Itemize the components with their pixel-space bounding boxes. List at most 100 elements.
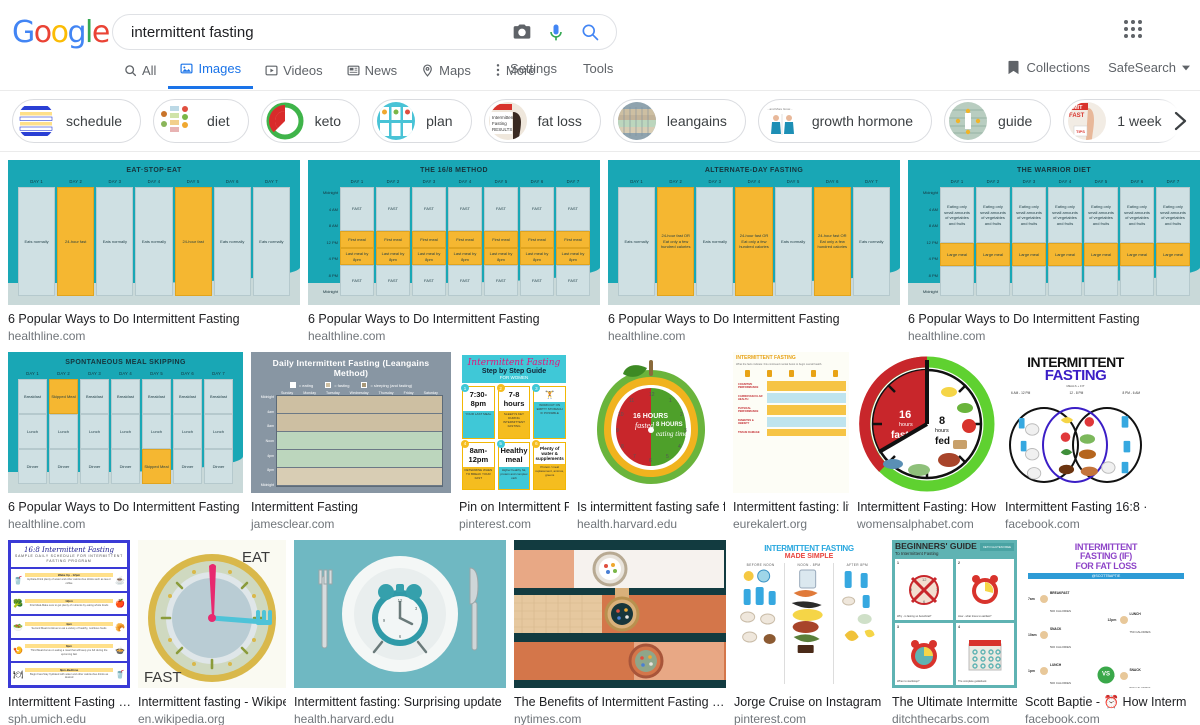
section-body — [766, 429, 846, 436]
result-thumbnail[interactable]: SPONTANEOUS MEAL SKIPPING DAY 1 Breakfas… — [8, 352, 243, 493]
search-box[interactable] — [112, 14, 617, 50]
result-card[interactable]: 16 HOURS fasted 8 HOURS eating time 12 1 2… — [577, 352, 725, 532]
result-card[interactable]: INTERMITTENT FASTING MADE SIMPLE BEFORE … — [734, 540, 884, 725]
camera-icon[interactable] — [512, 22, 532, 42]
result-thumbnail[interactable]: EAT FAST — [138, 540, 286, 688]
result-thumbnail[interactable]: INTERMITTENT FASTING (IF) FOR FAT LOSS @… — [1025, 540, 1187, 688]
result-thumbnail[interactable]: ALTERNATE-DAY FASTING DAY 1 Eats normally… — [608, 160, 900, 305]
result-title[interactable]: Intermittent fasting: Surprising update … — [294, 694, 506, 710]
tab-videos[interactable]: Videos — [253, 59, 335, 88]
legend-entry: = sleeping (and fasting) — [361, 382, 412, 388]
tab-images[interactable]: Images — [168, 57, 254, 89]
result-title[interactable]: Intermittent fasting - Wikipedia — [138, 694, 286, 710]
apps-dot — [1138, 34, 1142, 38]
result-card[interactable]: ALTERNATE-DAY FASTING DAY 1 Eats normally… — [608, 160, 900, 344]
result-card[interactable]: SPONTANEOUS MEAL SKIPPING DAY 1 Breakfas… — [8, 352, 243, 532]
cell: Large meal — [940, 243, 974, 266]
chip-leangains[interactable]: leangains — [612, 99, 746, 143]
result-card[interactable]: 12 3 6 9 Intermittent fasting: Surprising u… — [294, 540, 506, 725]
day-header: DAY 2 — [57, 371, 70, 376]
chip-guide[interactable]: guide — [944, 99, 1052, 143]
cell: Eating only small amounts of vegetables … — [940, 187, 974, 244]
result-card[interactable]: EAT·STOP·EAT DAY 1 Eats normally DAY 2 24-… — [8, 160, 300, 344]
result-thumbnail[interactable]: Daily Intermittent Fasting (Leangains Me… — [251, 352, 451, 493]
step-guide-infographic: Intermittent Fasting Step by Step Guide … — [459, 352, 569, 493]
search-submit-icon[interactable] — [580, 22, 600, 42]
result-thumbnail[interactable]: Intermittent Fasting Step by Step Guide … — [459, 352, 569, 493]
result-card[interactable]: THE 16/8 METHOD Midnight 4 AM 8 AM 12 PM… — [308, 160, 600, 344]
result-card[interactable]: INTERMITTENT FASTING What the facts indi… — [733, 352, 849, 532]
result-title[interactable]: Intermittent Fasting 16:8 · H… — [1005, 499, 1146, 515]
hour-tick: 4am — [267, 409, 274, 414]
chip-growth-hormone[interactable]: ...and More Grow... growth hormone — [757, 99, 933, 143]
result-title[interactable]: Is intermittent fasting safe for … — [577, 499, 725, 515]
chip-plan[interactable]: plan — [372, 99, 472, 143]
tab-maps[interactable]: Maps — [409, 59, 483, 88]
result-thumbnail[interactable]: EAT·STOP·EAT DAY 1 Eats normally DAY 2 24-… — [8, 160, 300, 305]
row-text: Third Meal-Focus on eating a meal that w… — [30, 648, 108, 656]
result-card[interactable]: THE WARRIOR DIET Midnight 4 AM 8 AM 12 P… — [908, 160, 1200, 344]
result-thumbnail[interactable] — [514, 540, 726, 688]
result-card[interactable]: EAT FAST Intermittent fasting - Wikipedi… — [138, 540, 286, 725]
result-card[interactable]: BEGINNERS' GUIDE To Intermittent Fasting… — [892, 540, 1017, 725]
chip-fat-loss[interactable]: Intermittent Fasting RESULTS fat loss — [483, 99, 601, 143]
grid-band — [277, 414, 442, 432]
result-title[interactable]: Intermittent Fasting — [251, 499, 451, 515]
result-card[interactable]: INTERMITTENT FASTING (IF) FOR FAT LOSS @… — [1025, 540, 1187, 725]
settings-button[interactable]: Settings — [510, 61, 557, 76]
cell: FAST — [484, 265, 518, 296]
section-label: COGNITIVE PERFORMANCE — [738, 383, 759, 389]
result-title[interactable]: 6 Popular Ways to Do Intermittent Fastin… — [908, 311, 1200, 327]
result-thumbnail[interactable]: THE WARRIOR DIET Midnight 4 AM 8 AM 12 P… — [908, 160, 1200, 305]
microphone-icon[interactable] — [546, 22, 566, 42]
ms-column: AFTER 8PM — [834, 563, 881, 684]
chips-next-button[interactable] — [1158, 91, 1200, 151]
result-card[interactable]: The Benefits of Intermittent Fasting … n… — [514, 540, 726, 725]
chip-schedule[interactable]: schedule — [12, 99, 142, 143]
result-title[interactable]: Scott Baptie - ⏰ How Interm… — [1025, 694, 1187, 710]
tools-button[interactable]: Tools — [583, 61, 613, 76]
item-cal: 500 CALORIES — [1050, 609, 1072, 614]
collections-button[interactable]: Collections — [1007, 60, 1090, 75]
result-title[interactable]: Intermittent Fasting: How In… — [857, 499, 997, 515]
result-title[interactable]: 6 Popular Ways to Do Intermittent Fastin… — [8, 499, 243, 515]
food-icon — [1119, 615, 1128, 624]
result-title[interactable]: Pin on Intermittent Fas… — [459, 499, 569, 515]
result-thumbnail[interactable]: 16 hours fasted 8 hours fed — [857, 352, 997, 493]
chip-diet[interactable]: diet — [153, 99, 249, 143]
tab-news[interactable]: News — [335, 59, 410, 88]
result-title[interactable]: Jorge Cruise on Instagram … — [734, 694, 884, 710]
result-thumbnail[interactable]: BEGINNERS' GUIDE To Intermittent Fasting… — [892, 540, 1017, 688]
result-title[interactable]: The Ultimate Intermitte… — [892, 694, 1017, 710]
cell: Eats normally — [852, 187, 890, 296]
chip-keto[interactable]: keto — [260, 99, 361, 143]
result-card[interactable]: Intermittent Fasting Step by Step Guide … — [459, 352, 569, 532]
result-title[interactable]: Intermittent fasting: liv… — [733, 499, 849, 515]
cell — [1120, 265, 1154, 296]
chip-label: growth hormone — [811, 113, 914, 129]
result-title[interactable]: 6 Popular Ways to Do Intermittent Fastin… — [308, 311, 600, 327]
result-thumbnail[interactable]: 16 HOURS fasted 8 HOURS eating time 12 1 2… — [577, 352, 725, 493]
result-card[interactable]: INTERMITTENT FASTING MEALS + FIT 6 AM - … — [1005, 352, 1146, 532]
google-apps-icon[interactable] — [1124, 20, 1144, 40]
result-thumbnail[interactable]: 12 3 6 9 — [294, 540, 506, 688]
result-title[interactable]: The Benefits of Intermittent Fasting … — [514, 694, 726, 710]
search-input[interactable] — [113, 23, 512, 41]
step-text: DETERMINE WHEN TO BREAK YOUR FAST — [463, 466, 494, 489]
google-logo[interactable]: Google — [12, 18, 110, 48]
day-header: DAY 4 — [1058, 179, 1072, 184]
result-card[interactable]: 16:8 Intermittent Fasting SAMPLE DAILY S… — [8, 540, 130, 725]
result-thumbnail[interactable]: INTERMITTENT FASTING MEALS + FIT 6 AM - … — [1005, 352, 1146, 493]
result-title[interactable]: Intermittent Fasting … — [8, 694, 130, 710]
result-thumbnail[interactable]: INTERMITTENT FASTING What the facts indi… — [733, 352, 849, 493]
result-thumbnail[interactable]: INTERMITTENT FASTING MADE SIMPLE BEFORE … — [734, 540, 884, 688]
result-card[interactable]: Daily Intermittent Fasting (Leangains Me… — [251, 352, 451, 532]
tab-all[interactable]: All — [112, 59, 168, 88]
result-card[interactable]: 16 hours fasted 8 hours fed — [857, 352, 997, 532]
result-thumbnail[interactable]: 16:8 Intermittent Fasting SAMPLE DAILY S… — [8, 540, 130, 688]
quad-caption: How - what times to eat/fast? — [958, 615, 992, 619]
result-thumbnail[interactable]: THE 16/8 METHOD Midnight 4 AM 8 AM 12 PM… — [308, 160, 600, 305]
result-title[interactable]: 6 Popular Ways to Do Intermittent Fastin… — [608, 311, 900, 327]
result-title[interactable]: 6 Popular Ways to Do Intermittent Fastin… — [8, 311, 300, 327]
safesearch-button[interactable]: SafeSearch — [1108, 60, 1190, 75]
